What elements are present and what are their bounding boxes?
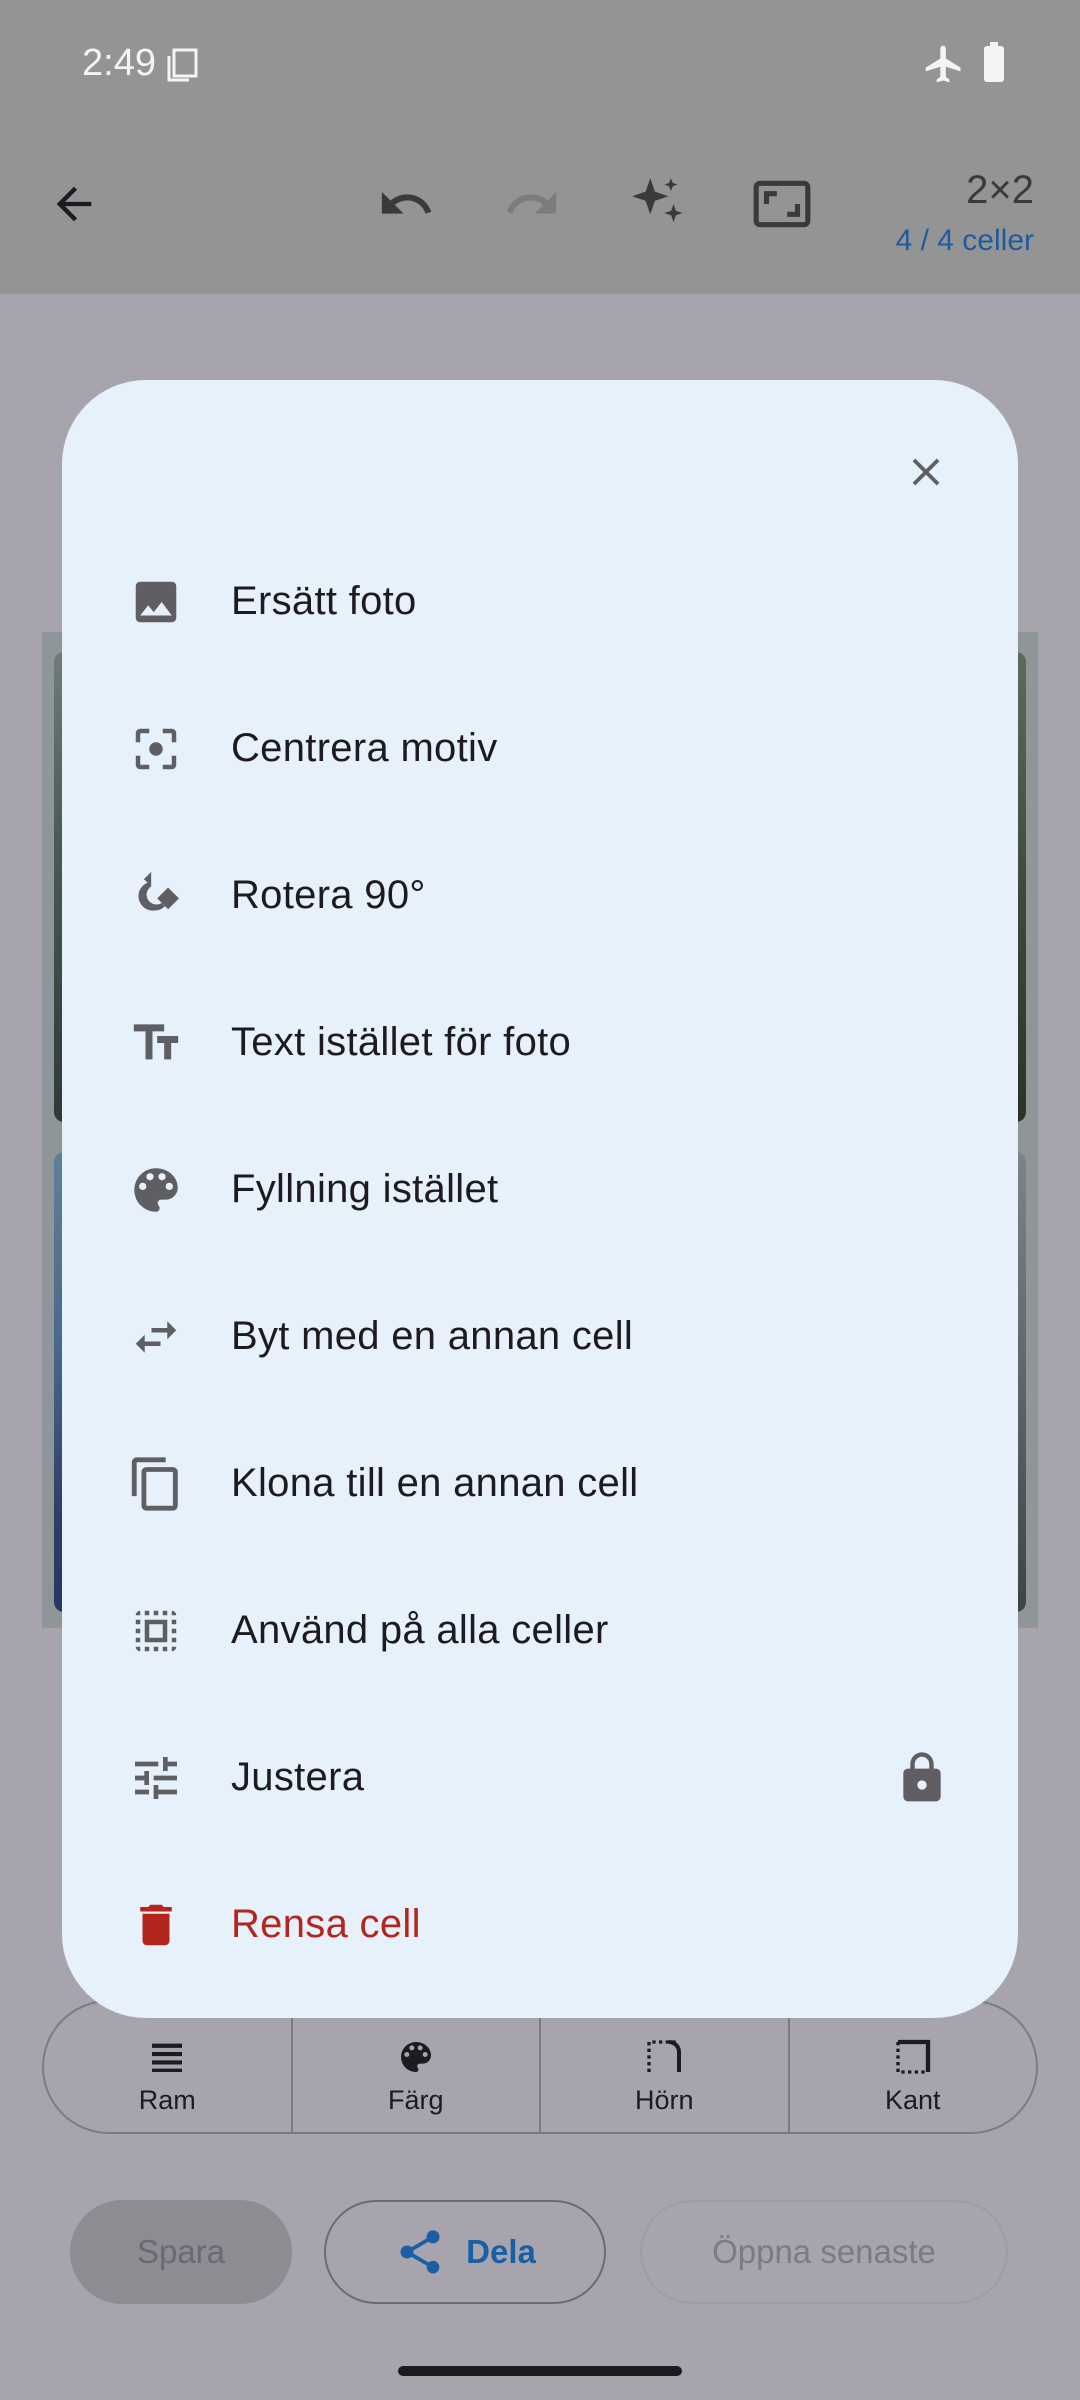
share-button-label: Dela <box>466 2233 536 2270</box>
menu-item-clear-cell[interactable]: Rensa cell <box>62 1851 1018 1998</box>
style-segmented-control: Ram Färg Hörn Kant <box>42 2000 1038 2134</box>
segment-kant[interactable]: Kant <box>790 2002 1037 2132</box>
text-icon <box>126 1013 186 1073</box>
segment-label: Ram <box>138 2084 196 2115</box>
menu-item-label: Centrera motiv <box>231 726 498 770</box>
redo-icon[interactable] <box>496 168 568 240</box>
cells-count-label: 4 / 4 celler <box>895 224 1034 257</box>
segment-label: Färg <box>387 2084 444 2115</box>
segment-label: Kant <box>884 2084 941 2115</box>
close-button[interactable] <box>890 436 962 508</box>
menu-item-text-instead[interactable]: Text istället för foto <box>62 969 1018 1116</box>
menu-item-label: Rotera 90° <box>231 873 426 917</box>
menu-item-label: Rensa cell <box>231 1902 421 1946</box>
menu-item-replace-photo[interactable]: Ersätt foto <box>62 528 1018 675</box>
menu-item-adjust[interactable]: Justera <box>62 1704 1018 1851</box>
image-icon <box>126 572 186 632</box>
save-button-label: Spara <box>136 2233 226 2270</box>
menu-item-rotate[interactable]: Rotera 90° <box>62 822 1018 969</box>
corner-icon <box>647 2039 682 2072</box>
menu-item-label: Justera <box>231 1755 365 1799</box>
menu-item-apply-all[interactable]: Använd på alla celler <box>62 1557 1018 1704</box>
menu-item-clone-cell[interactable]: Klona till en annan cell <box>62 1410 1018 1557</box>
airplane-icon <box>925 45 961 83</box>
aspect-ratio-icon[interactable] <box>746 168 818 240</box>
menu-item-label: Använd på alla celler <box>231 1608 609 1652</box>
menu-item-fill-instead[interactable]: Fyllning istället <box>62 1116 1018 1263</box>
close-icon <box>912 458 940 486</box>
tune-icon <box>126 1748 186 1808</box>
segment-farg[interactable]: Färg <box>293 2002 541 2132</box>
segment-ram[interactable]: Ram <box>44 2002 293 2132</box>
menu-item-label: Klona till en annan cell <box>231 1461 639 1505</box>
menu-item-center-subject[interactable]: Centrera motiv <box>62 675 1018 822</box>
document-icon <box>167 48 198 82</box>
palette-icon <box>126 1160 186 1220</box>
back-arrow-icon[interactable] <box>38 168 110 240</box>
status-bar: 2:49 <box>0 0 1080 128</box>
palette-icon <box>400 2041 431 2072</box>
rotate-icon <box>126 866 186 926</box>
top-toolbar: 2×2 4 / 4 celler <box>0 128 1080 294</box>
lock-icon <box>894 1748 950 1808</box>
segment-label: Hörn <box>634 2084 694 2115</box>
share-button[interactable]: Dela <box>324 2200 606 2304</box>
share-icon <box>400 2230 440 2274</box>
grid-size-label: 2×2 <box>966 168 1034 212</box>
battery-icon <box>984 42 1004 82</box>
select-all-icon <box>126 1601 186 1661</box>
delete-icon <box>126 1895 186 1955</box>
menu-item-swap-cell[interactable]: Byt med en annan cell <box>62 1263 1018 1410</box>
menu-item-label: Fyllning istället <box>231 1167 499 1211</box>
menu-item-label: Byt med en annan cell <box>231 1314 634 1358</box>
home-indicator[interactable] <box>398 2366 682 2376</box>
menu-item-label: Ersätt foto <box>231 579 417 623</box>
border-icon <box>896 2039 930 2074</box>
save-button[interactable]: Spara <box>70 2200 292 2304</box>
open-recent-label: Öppna senaste <box>712 2233 936 2270</box>
status-time: 2:49 <box>82 42 156 84</box>
undo-icon[interactable] <box>370 168 442 240</box>
center-focus-icon <box>126 719 186 779</box>
ram-icon <box>152 2043 183 2072</box>
open-recent-button[interactable]: Öppna senaste <box>640 2200 1008 2304</box>
menu-item-label: Text istället för foto <box>231 1020 572 1064</box>
segment-horn[interactable]: Hörn <box>541 2002 790 2132</box>
swap-icon <box>126 1307 186 1367</box>
copy-icon <box>126 1454 186 1514</box>
cell-options-dialog: Ersätt foto Centrera motiv Rotera 90° Te… <box>62 380 1018 2018</box>
cell-options-menu: Ersätt foto Centrera motiv Rotera 90° Te… <box>62 528 1018 1998</box>
sparkle-icon[interactable] <box>622 168 694 240</box>
